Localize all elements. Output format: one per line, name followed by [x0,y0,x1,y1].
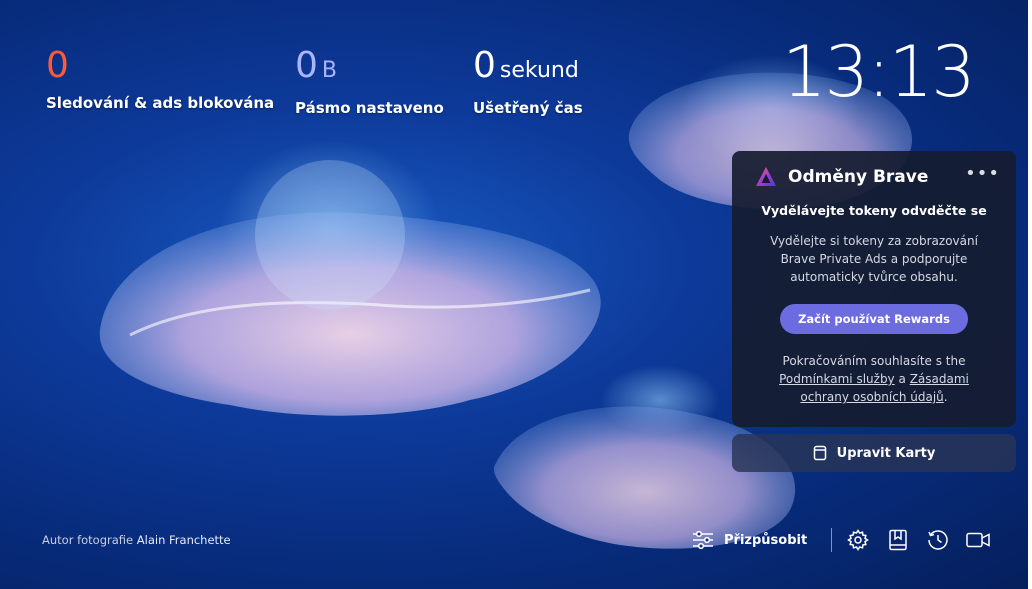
stat-time-unit: sekund [499,58,579,83]
edit-cards-icon [813,445,826,461]
brave-talk-button[interactable] [966,528,990,552]
stat-trackers-value: 0 [46,45,69,86]
start-rewards-button[interactable]: Začít používat Rewards [780,304,968,334]
bookmarks-button[interactable] [886,528,910,552]
sliders-icon [693,530,713,550]
stat-trackers-label: Sledování & ads blokována [46,94,275,112]
legal-and: a [898,372,906,386]
stat-bandwidth-label: Pásmo nastaveno [295,99,444,117]
legal-prefix: Pokračováním souhlasíte s the [782,354,966,368]
photo-credit-author[interactable]: Alain Franchette [137,533,231,547]
clock[interactable]: 13:13 [782,30,976,114]
stat-bandwidth: 0 B Pásmo nastaveno [295,44,444,117]
brave-talk-icon [966,532,990,548]
photo-credit-prefix: Autor fotografie [42,533,134,547]
stat-time-label: Ušetřený čas [473,99,583,117]
settings-button[interactable] [846,528,870,552]
stat-bandwidth-unit: B [321,58,337,83]
history-button[interactable] [926,528,950,552]
customize-label: Přizpůsobit [724,532,808,548]
rewards-more-menu-icon[interactable]: ••• [965,163,1000,184]
rewards-title: Odměny Brave [788,167,929,187]
edit-cards-button[interactable]: Upravit Karty [732,434,1016,472]
bookmarks-icon [889,529,907,551]
rewards-legal-text: Pokračováním souhlasíte s the Podmínkami… [754,352,994,406]
stat-trackers: 0 Sledování & ads blokována [46,44,274,112]
brave-rewards-card: Odměny Brave ••• Vydělávejte tokeny odvd… [732,151,1016,427]
bottom-toolbar: Přizpůsobit [692,526,1006,554]
settings-icon [847,529,870,551]
stat-bandwidth-value: 0 [295,45,318,86]
photo-credit: Autor fotografie Alain Franchette [42,533,231,547]
stat-time-saved: 0 sekund Ušetřený čas [473,44,583,117]
rewards-subtitle: Vydělávejte tokeny odvděčte se [761,203,987,218]
history-icon [928,530,948,550]
customize-button[interactable]: Přizpůsobit [692,530,807,550]
stat-time-value: 0 [473,45,496,86]
edit-cards-label: Upravit Karty [836,445,936,461]
terms-of-service-link[interactable]: Podmínkami služby [779,372,895,386]
rewards-header: Odměny Brave [754,165,994,189]
brave-rewards-logo-icon [756,167,776,186]
rewards-description: Vydělejte si tokeny za zobrazování Brave… [770,234,978,284]
toolbar-divider [831,528,833,552]
legal-suffix: . [943,390,948,404]
window-edge [1028,0,1032,589]
